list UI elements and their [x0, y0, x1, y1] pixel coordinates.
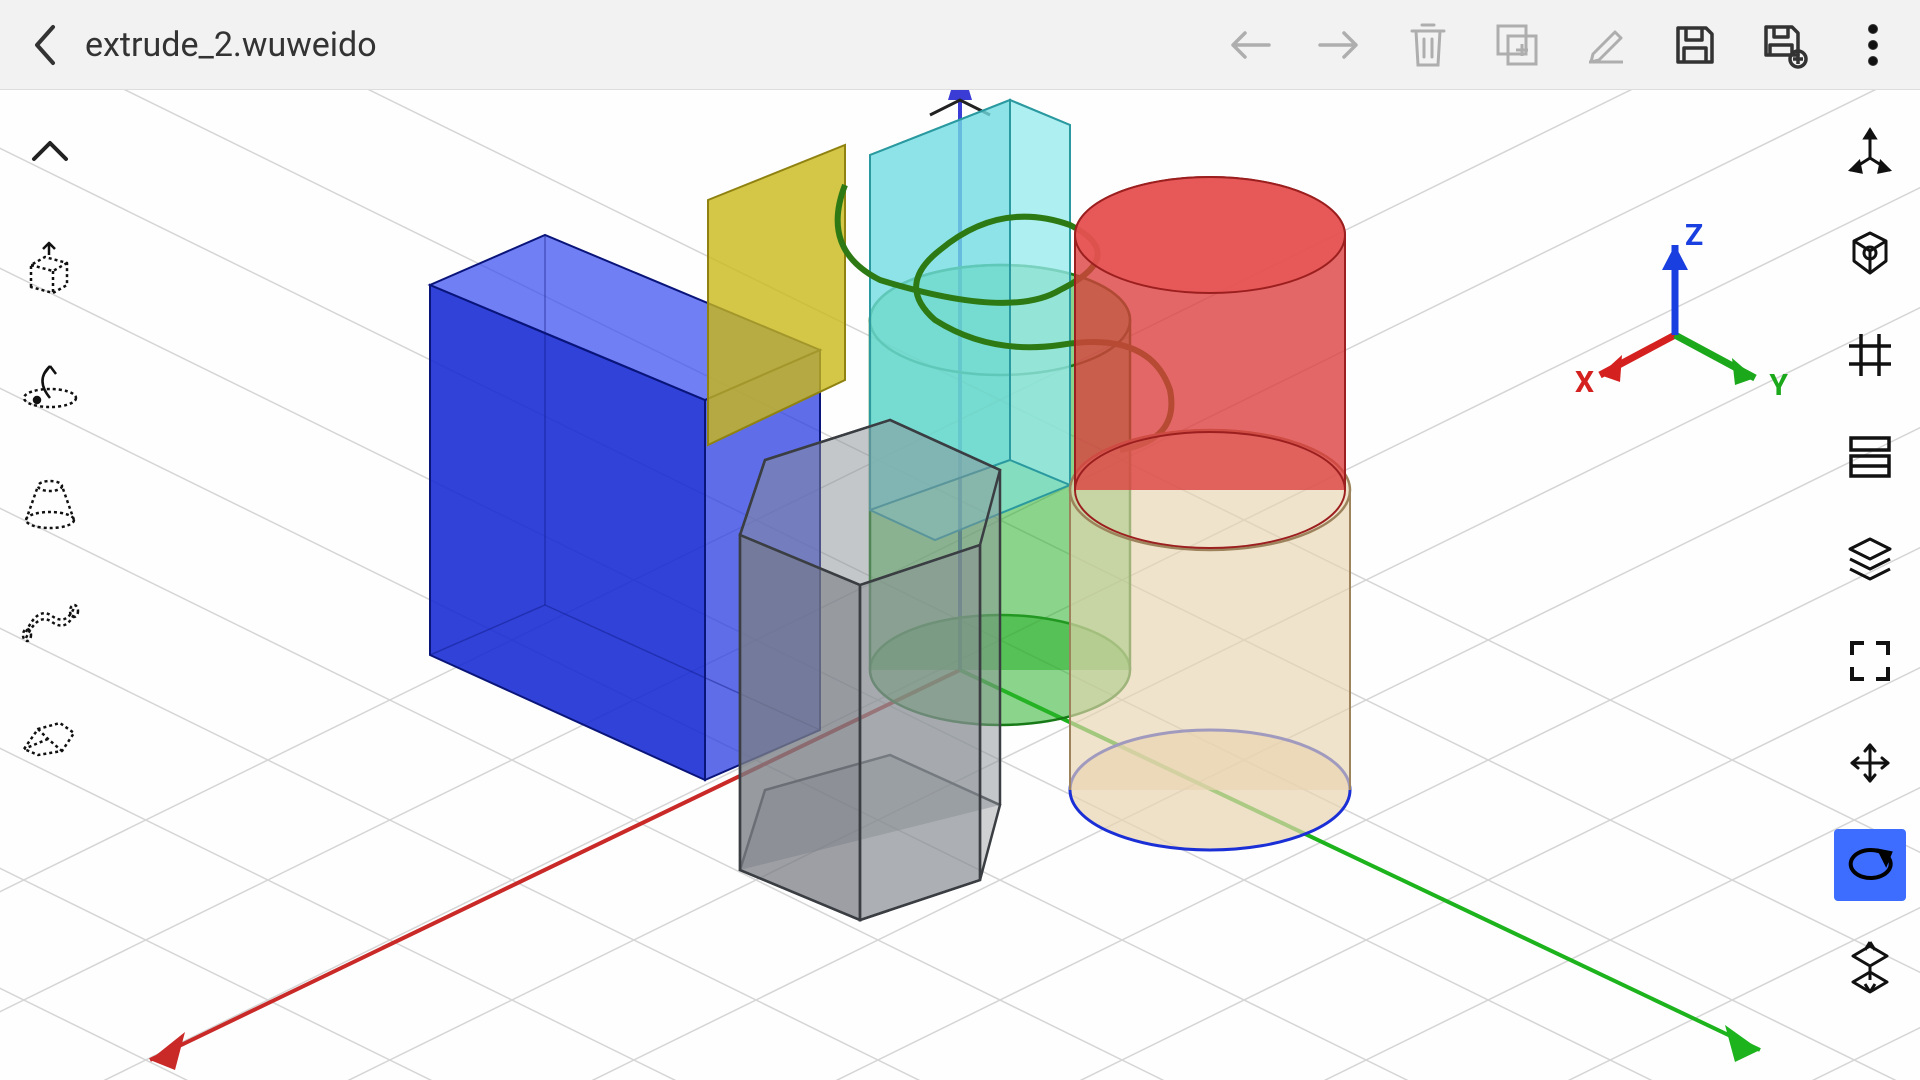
- duplicate-button[interactable]: [1490, 18, 1544, 72]
- revolve-tool-button[interactable]: [14, 349, 86, 421]
- gray-hex-prism[interactable]: [740, 420, 1000, 920]
- back-button[interactable]: [20, 20, 70, 70]
- right-toolbar: [1820, 90, 1920, 1080]
- layers-button[interactable]: [1834, 523, 1906, 595]
- delete-button[interactable]: [1401, 18, 1455, 72]
- file-title: extrude_2.wuweido: [85, 25, 377, 65]
- more-menu-button[interactable]: [1846, 18, 1900, 72]
- save-button[interactable]: [1668, 18, 1722, 72]
- gizmo-y-label: Y: [1769, 368, 1788, 403]
- pipe-tool-button[interactable]: [14, 700, 86, 772]
- gizmo-z-label: Z: [1685, 218, 1703, 253]
- fit-view-button[interactable]: [1834, 217, 1906, 289]
- undo-button[interactable]: [1223, 18, 1277, 72]
- zoom-button[interactable]: [1834, 931, 1906, 1003]
- fullscreen-button[interactable]: [1834, 625, 1906, 697]
- collapse-left-button[interactable]: [14, 115, 86, 187]
- sweep-tool-button[interactable]: [14, 583, 86, 655]
- axes-view-button[interactable]: [1834, 115, 1906, 187]
- top-toolbar: extrude_2.wuweido: [0, 0, 1920, 90]
- grid-toggle-button[interactable]: [1834, 319, 1906, 391]
- redo-button[interactable]: [1312, 18, 1366, 72]
- pan-button[interactable]: [1834, 727, 1906, 799]
- beige-cylinder[interactable]: [1070, 430, 1350, 850]
- extrude-tool-button[interactable]: [14, 232, 86, 304]
- save-as-button[interactable]: [1757, 18, 1811, 72]
- left-toolbar: [0, 90, 100, 1080]
- gizmo-x-label: X: [1575, 365, 1594, 400]
- yellow-panel[interactable]: [708, 145, 845, 445]
- loft-tool-button[interactable]: [14, 466, 86, 538]
- orientation-gizmo[interactable]: X Y Z: [1570, 220, 1780, 430]
- viewport-3d[interactable]: X Y Z: [0, 90, 1920, 1080]
- align-button[interactable]: [1834, 421, 1906, 493]
- orbit-button[interactable]: [1834, 829, 1906, 901]
- edit-button[interactable]: [1579, 18, 1633, 72]
